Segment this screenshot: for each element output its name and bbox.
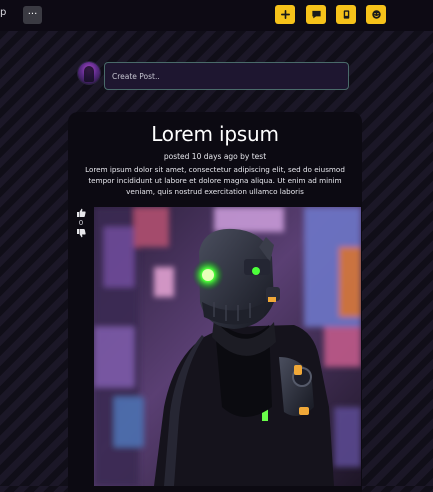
post-meta: posted 10 days ago by test (163, 152, 267, 161)
vote-column: 0 (76, 208, 88, 238)
brand-text[interactable]: p (0, 7, 6, 18)
create-post-row (78, 61, 353, 93)
thumbs-down-icon[interactable] (76, 229, 86, 238)
add-button[interactable] (275, 5, 295, 24)
notifications-button[interactable] (336, 5, 356, 24)
plus-icon (280, 10, 290, 19)
ellipsis-icon: ··· (27, 9, 38, 20)
more-menu-button[interactable]: ··· (23, 6, 42, 24)
vote-count: 0 (78, 219, 84, 227)
create-post-input[interactable] (104, 62, 349, 90)
thumbs-up-icon[interactable] (76, 208, 86, 217)
top-navigation-bar: p ··· (0, 0, 433, 31)
smiley-icon (371, 10, 381, 19)
cyberpunk-artwork (94, 207, 361, 486)
profile-button[interactable] (366, 5, 386, 24)
user-avatar[interactable] (78, 62, 100, 84)
bell-icon (343, 10, 349, 19)
chat-icon (311, 10, 321, 19)
post-title[interactable]: Lorem ipsum (68, 122, 362, 146)
post-image[interactable] (94, 207, 361, 486)
messages-button[interactable] (306, 5, 326, 24)
post-body: Lorem ipsum dolor sit amet, consectetur … (85, 165, 345, 196)
